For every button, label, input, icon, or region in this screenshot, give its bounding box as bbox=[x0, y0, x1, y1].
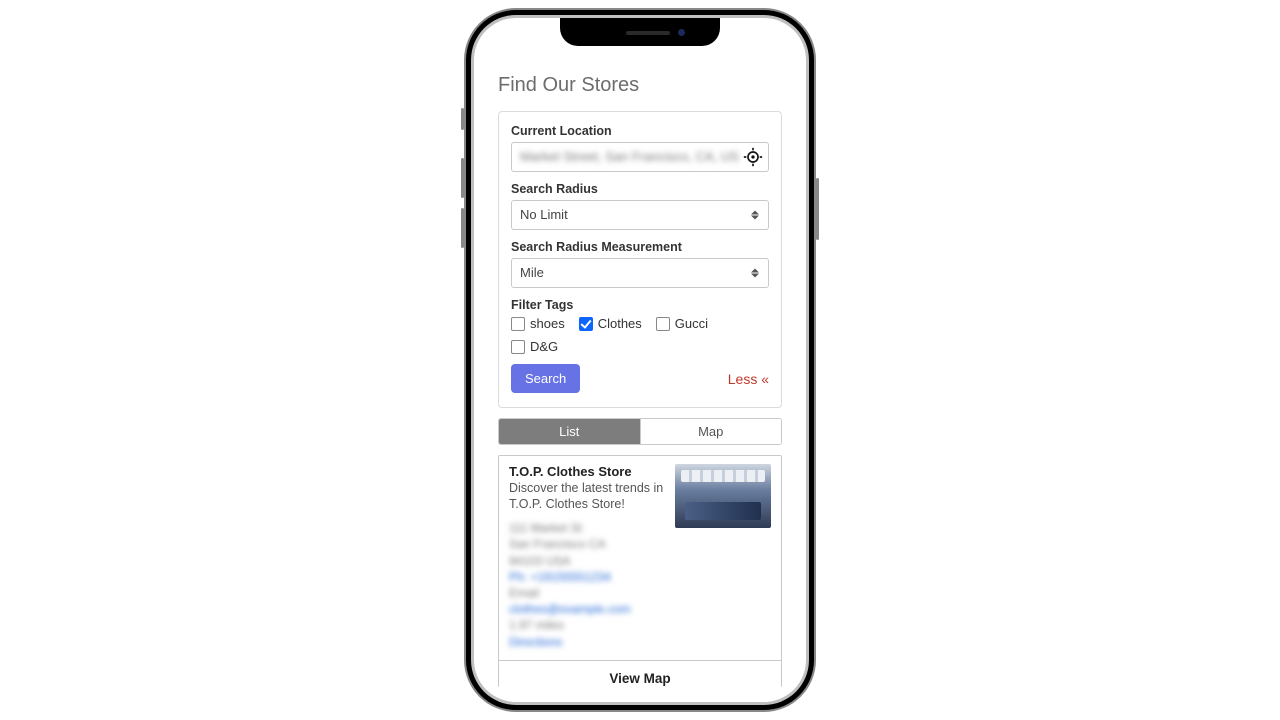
tab-map[interactable]: Map bbox=[640, 419, 782, 444]
up-down-caret-icon bbox=[750, 269, 760, 278]
result-title: T.O.P. Clothes Store bbox=[509, 464, 665, 479]
tag-checkbox-gucci[interactable]: Gucci bbox=[656, 316, 708, 331]
location-label: Current Location bbox=[511, 124, 769, 138]
tag-checkbox-shoes[interactable]: shoes bbox=[511, 316, 565, 331]
search-filter-card: Current Location Market Street, San Fran… bbox=[498, 111, 782, 408]
collapse-filters-link[interactable]: Less « bbox=[728, 371, 769, 387]
search-button[interactable]: Search bbox=[511, 364, 580, 393]
result-description: Discover the latest trends in T.O.P. Clo… bbox=[509, 481, 665, 512]
radius-unit-select-value: Mile bbox=[520, 265, 544, 280]
results-list: T.O.P. Clothes Store Discover the latest… bbox=[498, 455, 782, 692]
location-input[interactable]: Market Street, San Francisco, CA, USA bbox=[511, 142, 769, 172]
hw-volume-down bbox=[461, 208, 464, 248]
page-title: Find Our Stores bbox=[498, 74, 782, 97]
tag-label: shoes bbox=[530, 316, 565, 331]
up-down-caret-icon bbox=[750, 211, 760, 220]
radius-unit-label: Search Radius Measurement bbox=[511, 240, 769, 254]
view-map-button[interactable]: View Map bbox=[499, 661, 781, 692]
tag-label: Gucci bbox=[675, 316, 708, 331]
radius-select-value: No Limit bbox=[520, 207, 568, 222]
phone-screen: Find Our Stores Current Location Market … bbox=[484, 28, 796, 692]
gps-fixed-icon[interactable] bbox=[743, 147, 763, 167]
phone-notch bbox=[560, 18, 720, 46]
radius-unit-select[interactable]: Mile bbox=[511, 258, 769, 288]
phone-frame: Find Our Stores Current Location Market … bbox=[474, 18, 806, 702]
location-value-obscured: Market Street, San Francisco, CA, USA bbox=[520, 143, 738, 171]
result-thumbnail bbox=[675, 464, 771, 528]
tab-list[interactable]: List bbox=[499, 419, 640, 444]
tag-checkbox-clothes[interactable]: Clothes bbox=[579, 316, 642, 331]
radius-label: Search Radius bbox=[511, 182, 769, 196]
result-details-obscured: 111 Market St San Francisco CA 94103 USA… bbox=[509, 520, 665, 650]
results-view-tabs: List Map bbox=[498, 418, 782, 445]
hw-volume-up bbox=[461, 158, 464, 198]
filter-tags-group: shoes Clothes Gucci D&G bbox=[511, 316, 769, 354]
tag-label: Clothes bbox=[598, 316, 642, 331]
radius-select[interactable]: No Limit bbox=[511, 200, 769, 230]
hw-mute-switch bbox=[461, 108, 464, 130]
tag-checkbox-dg[interactable]: D&G bbox=[511, 339, 558, 354]
tag-label: D&G bbox=[530, 339, 558, 354]
filter-tags-label: Filter Tags bbox=[511, 298, 769, 312]
result-item[interactable]: T.O.P. Clothes Store Discover the latest… bbox=[499, 456, 781, 661]
hw-power-button bbox=[816, 178, 819, 240]
